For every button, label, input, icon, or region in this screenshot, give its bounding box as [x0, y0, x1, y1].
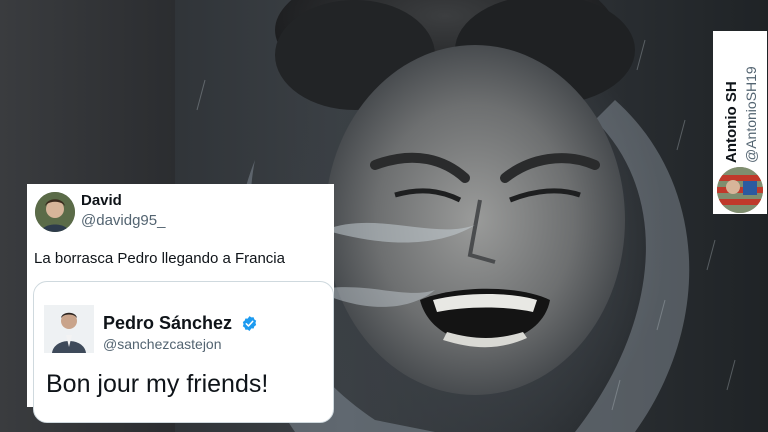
quoted-author-handle[interactable]: @sanchezcastejon — [103, 336, 222, 352]
quoted-tweet-text: Bon jour my friends! — [46, 370, 269, 398]
tweet-card[interactable]: David @davidg95_ La borrasca Pedro llega… — [27, 184, 334, 423]
author-handle[interactable]: @davidg95_ — [81, 212, 165, 229]
credit-avatar-icon — [717, 167, 763, 213]
quoted-author-name[interactable]: Pedro Sánchez — [103, 313, 232, 334]
avatar[interactable] — [44, 305, 94, 353]
quoted-avatar-icon — [44, 305, 94, 353]
verified-badge-icon — [242, 316, 257, 331]
user-avatar-icon — [35, 192, 75, 232]
avatar[interactable] — [35, 192, 75, 232]
credit-text: Antonio SH @AntonioSH19 — [723, 66, 759, 163]
credit-badge[interactable]: Antonio SH @AntonioSH19 — [713, 31, 767, 214]
credit-handle: @AntonioSH19 — [743, 66, 759, 163]
tweet-text: La borrasca Pedro llegando a Francia — [34, 250, 285, 267]
author-name[interactable]: David — [81, 192, 122, 209]
avatar[interactable] — [717, 167, 763, 213]
credit-name: Antonio SH — [723, 81, 740, 163]
quoted-tweet[interactable]: Pedro Sánchez @sanchezcastejon Bon jour … — [33, 281, 334, 423]
